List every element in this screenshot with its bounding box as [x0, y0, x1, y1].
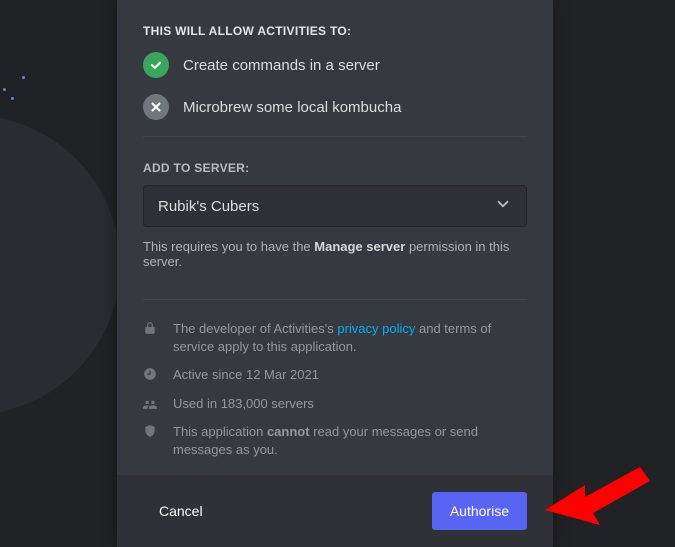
- add-to-server-title: ADD TO SERVER:: [143, 161, 527, 175]
- annotation-arrow: [545, 455, 655, 535]
- permission-label: Microbrew some local kombucha: [183, 99, 401, 116]
- cancel-button[interactable]: Cancel: [143, 493, 219, 529]
- info-row-privacy: The developer of Activities's privacy po…: [143, 320, 527, 356]
- x-icon: [143, 94, 169, 120]
- authorise-button[interactable]: Authorise: [432, 492, 527, 530]
- info-text: Used in 183,000 servers: [173, 395, 314, 413]
- privacy-policy-link[interactable]: privacy policy: [337, 321, 415, 336]
- info-text: Active since 12 Mar 2021: [173, 366, 319, 384]
- server-select-value: Rubik's Cubers: [158, 198, 259, 215]
- background-dot: [11, 97, 14, 100]
- background-dot: [22, 76, 25, 79]
- info-text: The developer of Activities's privacy po…: [173, 320, 527, 356]
- lock-icon: [143, 321, 159, 335]
- modal-footer: Cancel Authorise: [117, 475, 553, 547]
- modal-body: THIS WILL ALLOW ACTIVITIES TO: Create co…: [117, 0, 553, 475]
- info-row-active: Active since 12 Mar 2021: [143, 366, 527, 384]
- oauth-modal: THIS WILL ALLOW ACTIVITIES TO: Create co…: [117, 0, 553, 547]
- info-row-cannot-read: This application cannot read your messag…: [143, 423, 527, 459]
- permissions-title: THIS WILL ALLOW ACTIVITIES TO:: [143, 24, 527, 38]
- shield-icon: [143, 424, 159, 438]
- info-text: This application cannot read your messag…: [173, 423, 527, 459]
- server-permission-hint: This requires you to have the Manage ser…: [143, 239, 527, 269]
- permission-row: Microbrew some local kombucha: [143, 94, 527, 120]
- permission-row: Create commands in a server: [143, 52, 527, 78]
- server-select[interactable]: Rubik's Cubers: [143, 185, 527, 227]
- check-icon: [143, 52, 169, 78]
- chevron-down-icon: [494, 195, 512, 218]
- divider: [143, 299, 527, 300]
- permission-label: Create commands in a server: [183, 57, 380, 74]
- clock-icon: [143, 367, 159, 381]
- background-blob: [0, 115, 120, 415]
- divider: [143, 136, 527, 137]
- background-dot: [3, 88, 6, 91]
- servers-icon: [143, 396, 159, 410]
- info-row-servers: Used in 183,000 servers: [143, 395, 527, 413]
